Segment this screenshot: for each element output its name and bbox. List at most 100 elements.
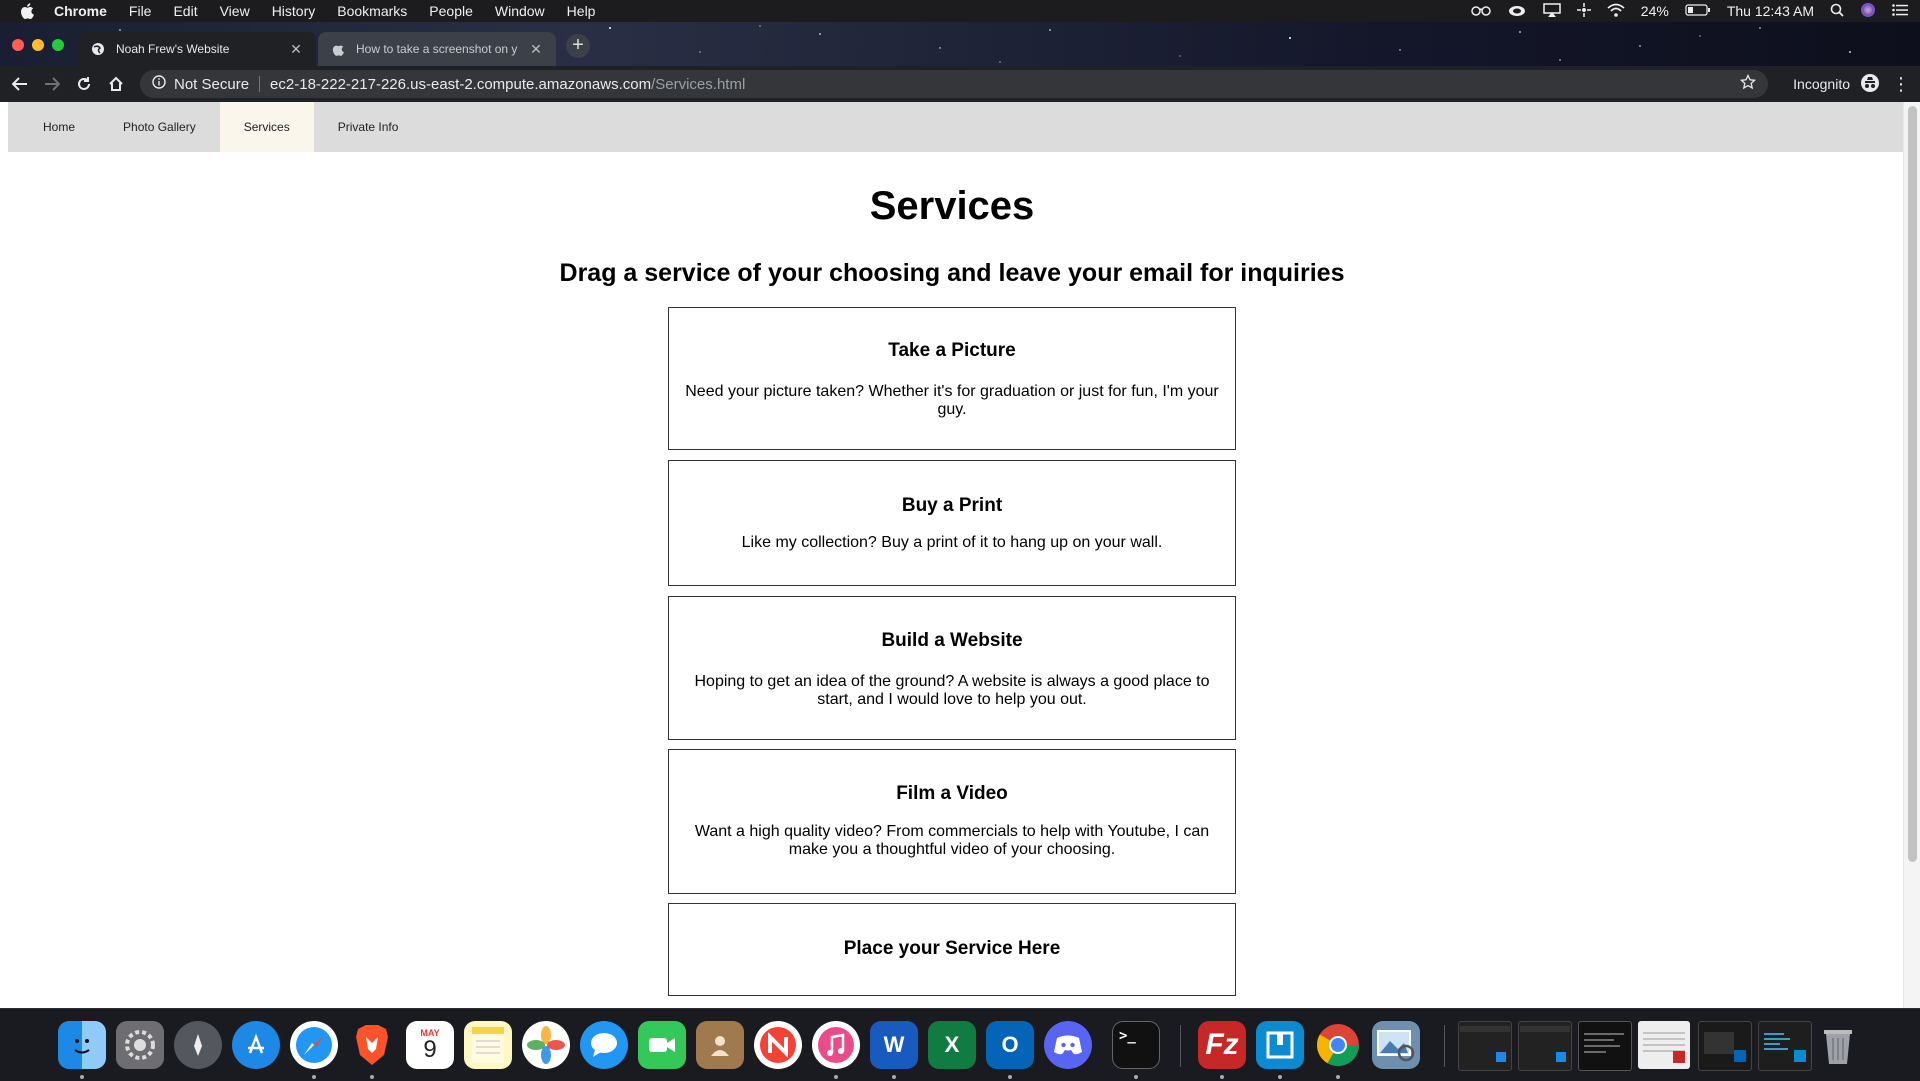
macos-dock: MAY 9 W X O >_ Fz bbox=[0, 1008, 1920, 1081]
wifi-icon[interactable] bbox=[1607, 3, 1625, 20]
service-dropzone[interactable]: Place your Service Here bbox=[668, 903, 1236, 996]
minimized-window-thumbnail[interactable] bbox=[1578, 1021, 1632, 1071]
globe-icon bbox=[90, 41, 106, 57]
page-scrollbar[interactable] bbox=[1903, 102, 1920, 1008]
calendar-day: 9 bbox=[423, 1036, 437, 1063]
forward-arrow-icon[interactable] bbox=[36, 68, 68, 100]
tab-close-icon[interactable]: ✕ bbox=[528, 41, 544, 58]
nav-home[interactable]: Home bbox=[8, 102, 99, 152]
tab-active[interactable]: Noah Frew's Website ✕ bbox=[78, 32, 316, 66]
battery-percent: 24% bbox=[1640, 3, 1669, 19]
incognito-icon bbox=[1860, 73, 1880, 96]
page-title: Services bbox=[869, 184, 1035, 228]
minimized-window-thumbnail[interactable] bbox=[1698, 1021, 1752, 1071]
minimized-window-thumbnail[interactable] bbox=[1758, 1021, 1812, 1071]
battery-icon[interactable] bbox=[1685, 3, 1711, 19]
back-arrow-icon[interactable] bbox=[4, 68, 36, 100]
menu-app-name[interactable]: Chrome bbox=[54, 3, 107, 19]
discord-icon[interactable] bbox=[1044, 1021, 1092, 1069]
messages-icon[interactable] bbox=[580, 1021, 628, 1069]
incognito-indicator[interactable]: Incognito bbox=[1793, 66, 1880, 102]
minimized-window-thumbnail[interactable] bbox=[1458, 1021, 1512, 1071]
minimized-window-thumbnail[interactable] bbox=[1638, 1021, 1690, 1069]
word-icon[interactable]: W bbox=[870, 1021, 918, 1069]
running-indicator bbox=[1336, 1075, 1340, 1079]
siri-icon[interactable] bbox=[1860, 2, 1876, 21]
chrome-menu-icon[interactable]: ⋮ bbox=[1892, 66, 1910, 102]
running-indicator bbox=[1278, 1075, 1282, 1079]
safari-icon[interactable] bbox=[290, 1021, 338, 1069]
menu-view[interactable]: View bbox=[220, 3, 250, 19]
tab-close-icon[interactable]: ✕ bbox=[288, 41, 304, 58]
menubar-status-area: 24% Thu 12:43 AM bbox=[1471, 0, 1908, 22]
clock[interactable]: Thu 12:43 AM bbox=[1727, 3, 1814, 19]
menu-history[interactable]: History bbox=[272, 3, 316, 19]
photos-icon[interactable] bbox=[522, 1021, 570, 1069]
security-label[interactable]: Not Secure bbox=[174, 76, 249, 93]
glasses-icon[interactable] bbox=[1471, 3, 1491, 19]
minimized-window-thumbnail[interactable] bbox=[1518, 1021, 1572, 1071]
remote-desktop-icon[interactable] bbox=[1256, 1021, 1304, 1069]
tab-inactive[interactable]: How to take a screenshot on y ✕ bbox=[318, 32, 556, 66]
macos-menubar: Chrome File Edit View History Bookmarks … bbox=[0, 0, 1920, 22]
service-card-buy-print[interactable]: Buy a Print Like my collection? Buy a pr… bbox=[668, 460, 1236, 586]
calendar-icon[interactable]: MAY 9 bbox=[406, 1021, 454, 1069]
itunes-icon[interactable] bbox=[812, 1021, 860, 1069]
contacts-icon[interactable] bbox=[696, 1021, 744, 1069]
network-icon[interactable] bbox=[1576, 2, 1591, 20]
menu-file[interactable]: File bbox=[129, 3, 152, 19]
preview-icon[interactable] bbox=[1372, 1021, 1420, 1069]
notes-icon[interactable] bbox=[464, 1021, 512, 1069]
home-icon[interactable] bbox=[100, 68, 132, 100]
window-zoom-button[interactable] bbox=[52, 39, 64, 51]
service-title: Film a Video bbox=[896, 783, 1008, 804]
service-card-build-website[interactable]: Build a Website Hoping to get an idea of… bbox=[668, 596, 1236, 740]
menu-people[interactable]: People bbox=[429, 3, 473, 19]
running-indicator bbox=[312, 1075, 316, 1079]
app-store-icon[interactable] bbox=[232, 1021, 280, 1069]
nav-private-info[interactable]: Private Info bbox=[314, 102, 423, 152]
facetime-icon[interactable] bbox=[638, 1021, 686, 1069]
site-navigation: Home Photo Gallery Services Private Info bbox=[8, 102, 1906, 152]
dock-separator bbox=[1180, 1025, 1181, 1067]
nav-services[interactable]: Services bbox=[219, 102, 314, 152]
service-card-film-video[interactable]: Film a Video Want a high quality video? … bbox=[668, 749, 1236, 894]
window-close-button[interactable] bbox=[12, 39, 24, 51]
menu-bookmarks[interactable]: Bookmarks bbox=[337, 3, 407, 19]
menu-edit[interactable]: Edit bbox=[173, 3, 197, 19]
reload-icon[interactable] bbox=[68, 68, 100, 100]
info-icon[interactable] bbox=[152, 75, 166, 93]
bookmark-star-icon[interactable] bbox=[1739, 73, 1757, 94]
spotlight-search-icon[interactable] bbox=[1830, 3, 1844, 20]
nav-photo-gallery[interactable]: Photo Gallery bbox=[99, 102, 220, 152]
apple-menu-icon[interactable] bbox=[20, 3, 40, 19]
excel-icon[interactable]: X bbox=[928, 1021, 976, 1069]
notification-center-icon[interactable] bbox=[1892, 3, 1908, 19]
scrollbar-thumb[interactable] bbox=[1908, 106, 1917, 862]
chrome-tab-strip: Noah Frew's Website ✕ How to take a scre… bbox=[0, 22, 1920, 66]
dock-separator bbox=[1444, 1025, 1445, 1067]
running-indicator bbox=[1220, 1075, 1224, 1079]
finder-icon[interactable] bbox=[58, 1021, 106, 1069]
service-title: Buy a Print bbox=[901, 495, 1003, 516]
system-preferences-icon[interactable] bbox=[116, 1021, 164, 1069]
news-icon[interactable] bbox=[754, 1021, 802, 1069]
creative-cloud-icon[interactable] bbox=[1507, 3, 1527, 20]
running-indicator bbox=[80, 1075, 84, 1079]
outlook-icon[interactable]: O bbox=[986, 1021, 1034, 1069]
address-bar[interactable]: Not Secure ec2-18-222-217-226.us-east-2.… bbox=[140, 70, 1768, 98]
launchpad-icon[interactable] bbox=[174, 1021, 222, 1069]
new-tab-button[interactable]: + bbox=[566, 34, 590, 58]
filezilla-icon[interactable]: Fz bbox=[1198, 1021, 1246, 1069]
brave-icon[interactable] bbox=[348, 1021, 396, 1069]
running-indicator bbox=[1134, 1075, 1138, 1079]
airplay-icon[interactable] bbox=[1543, 2, 1561, 20]
service-card-take-picture[interactable]: Take a Picture Need your picture taken? … bbox=[668, 307, 1236, 450]
trash-icon[interactable] bbox=[1814, 1021, 1862, 1069]
menu-help[interactable]: Help bbox=[567, 3, 596, 19]
terminal-icon[interactable]: >_ bbox=[1112, 1021, 1160, 1069]
dropzone-title: Place your Service Here bbox=[843, 938, 1061, 959]
menu-window[interactable]: Window bbox=[495, 3, 545, 19]
window-minimize-button[interactable] bbox=[32, 39, 44, 51]
chrome-icon[interactable] bbox=[1314, 1021, 1362, 1069]
